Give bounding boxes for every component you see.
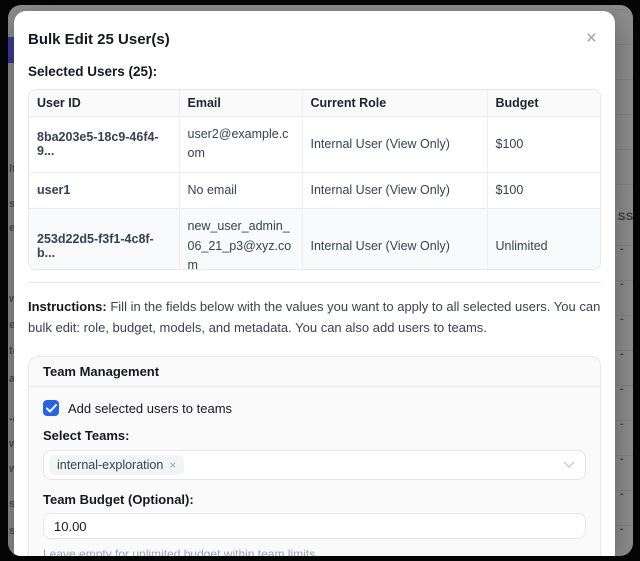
backdrop-cell-fragment: -	[620, 418, 624, 430]
email-cell: user2@example.com	[179, 117, 302, 173]
close-button[interactable]: ×	[582, 27, 601, 50]
backdrop-cell-fragment: -	[620, 523, 624, 535]
modal-header: Bulk Edit 25 User(s) ×	[28, 27, 601, 50]
role-cell: Internal User (View Only)	[302, 117, 487, 173]
bulk-edit-users-modal: Bulk Edit 25 User(s) × Selected Users (2…	[14, 11, 615, 556]
user-id-cell: user1	[29, 172, 179, 208]
team-management-body: Add selected users to teams Select Teams…	[29, 387, 600, 556]
budget-cell: $100	[487, 172, 600, 208]
chevron-down-icon	[563, 461, 575, 469]
divider	[28, 282, 601, 283]
team-budget-input[interactable]	[43, 513, 586, 539]
instructions-body: Fill in the fields below with the values…	[28, 299, 600, 335]
backdrop-cell-fragment: -	[620, 278, 624, 290]
backdrop-cell-fragment: -	[620, 313, 624, 325]
user-id-cell: 253d22d5-f3f1-4c8f-b...	[29, 209, 179, 270]
team-management-title: Team Management	[29, 357, 600, 387]
column-header-user-id: User ID	[29, 90, 179, 117]
table-header-row: User ID Email Current Role Budget	[29, 90, 600, 117]
user-id-cell: 8ba203e5-18c9-46f4-9...	[29, 117, 179, 173]
instructions-text: Instructions: Fill in the fields below w…	[28, 296, 601, 338]
instructions-label: Instructions:	[28, 299, 107, 314]
team-tag: internal-exploration ×	[49, 455, 184, 475]
app-window: lt se er w er te ar -q w w st st SS - - …	[8, 5, 633, 556]
add-users-to-teams-checkbox[interactable]	[43, 400, 59, 416]
team-tag-label: internal-exploration	[57, 458, 163, 472]
dimmed-page-right-edge: SS - - - - - - - - -	[615, 5, 633, 556]
table-row: 253d22d5-f3f1-4c8f-b... new_user_admin_0…	[29, 209, 600, 270]
screenshot-frame: lt se er w er te ar -q w w st st SS - - …	[0, 0, 640, 561]
select-teams-dropdown[interactable]: internal-exploration ×	[43, 450, 586, 480]
add-users-to-teams-checkbox-row[interactable]: Add selected users to teams	[43, 400, 586, 416]
column-header-email: Email	[179, 90, 302, 117]
email-cell: No email	[179, 172, 302, 208]
column-header-current-role: Current Role	[302, 90, 487, 117]
backdrop-cell-fragment: -	[620, 453, 624, 465]
backdrop-cell-fragment: -	[620, 243, 624, 255]
team-budget-label: Team Budget (Optional):	[43, 492, 586, 507]
budget-cell: Unlimited	[487, 209, 600, 270]
checkmark-icon	[46, 404, 57, 413]
selected-users-table[interactable]: User ID Email Current Role Budget 8ba203…	[28, 89, 601, 270]
table-row: 8ba203e5-18c9-46f4-9... user2@example.co…	[29, 117, 600, 173]
close-icon: ×	[586, 28, 597, 49]
column-header-budget: Budget	[487, 90, 600, 117]
selected-users-label: Selected Users (25):	[28, 64, 601, 79]
email-cell: new_user_admin_06_21_p3@xyz.com	[179, 209, 302, 270]
team-management-card: Team Management Add selected users to te…	[28, 356, 601, 556]
backdrop-cell-fragment: -	[620, 383, 624, 395]
remove-tag-icon[interactable]: ×	[169, 458, 176, 472]
checkbox-label[interactable]: Add selected users to teams	[68, 401, 232, 416]
budget-cell: $100	[487, 117, 600, 173]
table-row: user1 No email Internal User (View Only)…	[29, 172, 600, 208]
select-teams-label: Select Teams:	[43, 428, 586, 443]
backdrop-cell-fragment: -	[620, 348, 624, 360]
modal-title: Bulk Edit 25 User(s)	[28, 27, 170, 48]
backdrop-column-header-fragment: SS	[618, 211, 633, 223]
role-cell: Internal User (View Only)	[302, 172, 487, 208]
budget-helper-text: Leave empty for unlimited budget within …	[43, 547, 586, 556]
role-cell: Internal User (View Only)	[302, 209, 487, 270]
backdrop-cell-fragment: -	[620, 488, 624, 500]
